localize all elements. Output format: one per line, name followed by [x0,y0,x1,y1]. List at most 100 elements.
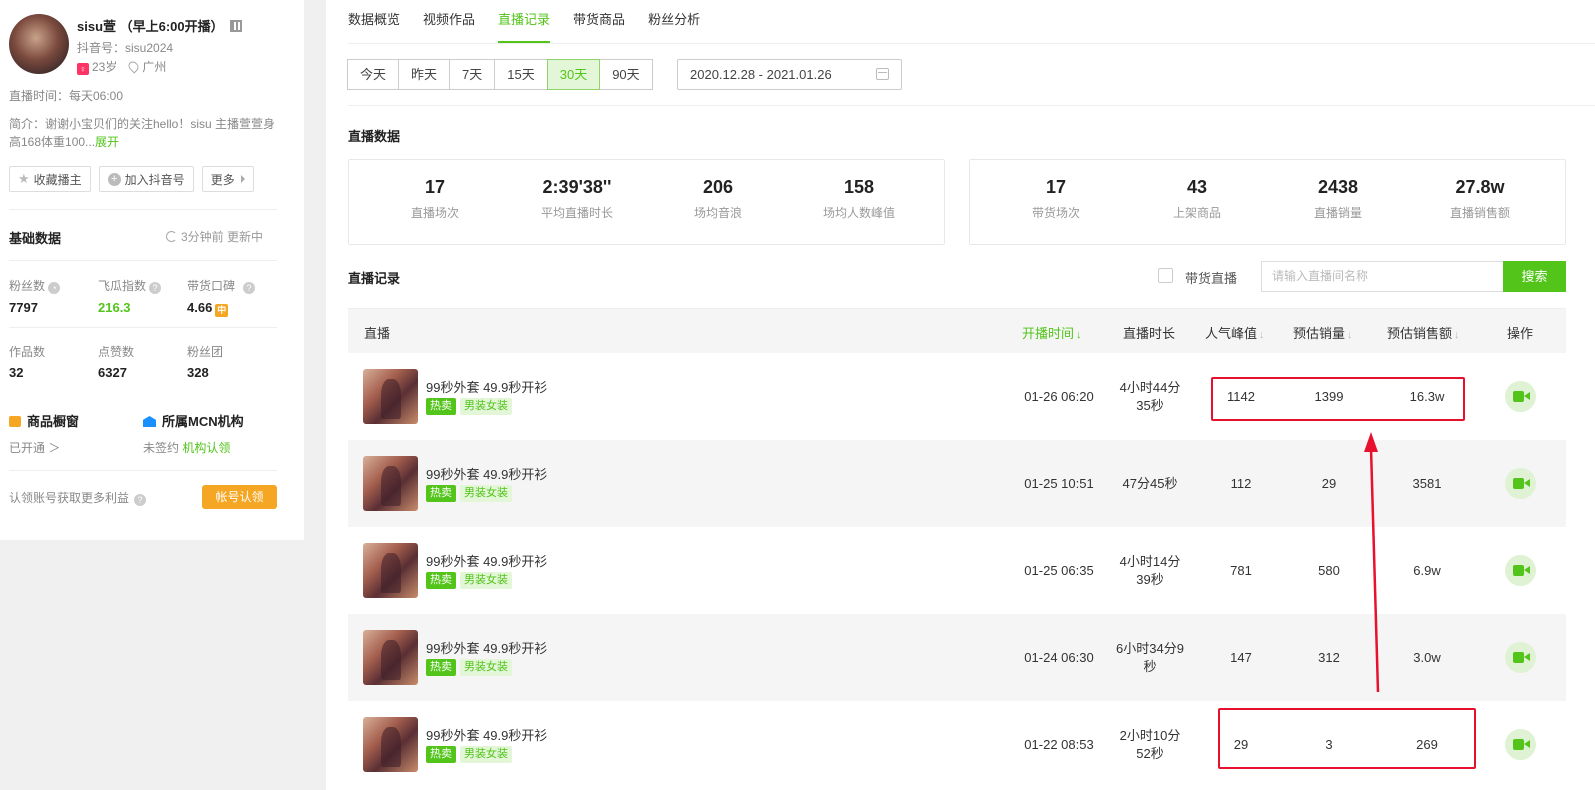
institution-icon [143,416,156,427]
kpi-avg-tips: 206 场均音浪 [648,177,788,221]
live-thumbnail[interactable] [363,630,418,685]
stat-label-index: 飞瓜指数? [98,277,162,294]
mcn-claim-link[interactable]: 机构认领 [182,441,230,455]
annotation-arrow [1364,432,1380,693]
refresh-icon [166,231,177,242]
claim-text: 认领账号获取更多利益? [9,489,147,506]
location-pin-icon [126,59,141,74]
tab-live-records[interactable]: 直播记录 [498,0,551,43]
arrow-head [1364,432,1378,452]
help-icon[interactable]: ? [149,282,162,294]
selling-live-checkbox[interactable] [1158,268,1173,283]
replay-button[interactable] [1505,468,1536,499]
live-thumbnail[interactable] [363,369,418,424]
shop-status-link[interactable]: 已开通 ＞ [9,439,60,456]
mcn-title-text: 所属MCN机构 [162,414,244,429]
range-30d[interactable]: 30天 [546,59,601,90]
live-title[interactable]: 99秒外套 49.9秒开衫 [426,638,547,657]
kpi-value: 158 [843,177,875,197]
col-sales-label: 预估销量 [1293,326,1346,341]
douyin-id: 抖音号：sisu2024 [77,41,174,55]
range-yesterday[interactable]: 昨天 [398,59,451,90]
live-title[interactable]: 99秒外套 49.9秒开衫 [426,377,547,396]
divider [9,260,277,261]
help-icon[interactable]: ? [134,494,147,506]
kpi-label: 直播销售额 [1449,206,1510,220]
hot-tag: 热卖 [426,398,456,415]
stat-value-works: 32 [9,365,24,380]
shop-window-title: 商品橱窗 [9,411,79,430]
video-camera-icon [1513,739,1524,750]
start-time: 01-25 06:35 [1024,562,1094,578]
sort-down-icon: ↓ [1259,329,1265,341]
col-peak[interactable]: 人气峰值 ↓ [1205,323,1265,342]
table-header: 直播 开播时间 ↓ 直播时长 人气峰值 ↓ 预估销量 ↓ 预估销售额 ↓ 操作 [348,308,1566,353]
live-title[interactable]: 99秒外套 49.9秒开衫 [426,725,547,744]
search-button[interactable]: 搜索 [1503,261,1566,292]
date-range-picker[interactable]: 2020.12.28 - 2021.01.26 [677,59,902,90]
female-icon: ♀ [77,63,89,75]
range-90d[interactable]: 90天 [599,59,653,90]
sales-stats-card: 17 带货场次 43 上架商品 2438 直播销量 27.8w 直播销售额 [969,159,1566,245]
help-icon[interactable]: ? [243,282,256,294]
divider [9,209,277,210]
live-thumbnail[interactable] [363,456,418,511]
replay-button[interactable] [1505,729,1536,760]
stat-label-text: 粉丝数 [9,279,46,293]
divider [9,470,277,471]
kpi-value: 17 [424,177,446,197]
hot-tag: 热卖 [426,572,456,589]
live-thumbnail[interactable] [363,543,418,598]
col-sales[interactable]: 预估销量 ↓ [1293,323,1353,342]
intro-text: 简介：谢谢小宝贝们的关注hello！sisu 主播萱萱身高168体重100... [9,117,276,149]
col-live: 直播 [364,326,391,341]
range-15d[interactable]: 15天 [494,59,548,90]
avatar[interactable] [9,14,69,74]
profile-name-text: sisu萱 （早上6:00开播） [77,19,224,34]
live-stats-card: 17 直播场次 2:39'38'' 平均直播时长 206 场均音浪 158 场均人数峰值 [348,159,945,245]
profile-meta: ♀ 23岁 广州 [77,58,166,75]
col-peak-label: 人气峰值 [1205,326,1258,341]
kpi-label: 直播场次 [410,206,459,220]
search-input[interactable]: 请输入直播间名称 [1261,261,1503,292]
caret-right-icon [240,175,245,183]
sort-down-icon: ↓ [1347,329,1353,341]
category-tag: 男装女装 [460,746,512,763]
calendar-icon [876,68,889,80]
replay-button[interactable] [1505,642,1536,673]
tab-products[interactable]: 带货商品 [573,0,625,43]
shop-icon [9,416,21,427]
tab-fans[interactable]: 粉丝分析 [648,0,700,43]
tab-videos[interactable]: 视频作品 [423,0,475,43]
profile-panel: sisu萱 （早上6:00开播） 抖音号：sisu2024 ♀ 23岁 广州 直播时… [0,0,304,540]
qr-code-icon[interactable] [229,20,242,32]
col-revenue[interactable]: 预估销售额 ↓ [1387,323,1460,342]
kpi-avg-peak: 158 场均人数峰值 [789,177,929,221]
live-thumbnail[interactable] [363,717,418,772]
live-title[interactable]: 99秒外套 49.9秒开衫 [426,464,547,483]
favorite-button[interactable]: ★ 收藏播主 [9,166,91,192]
join-button[interactable]: + 加入抖音号 [98,166,194,192]
range-7d[interactable]: 7天 [449,59,496,90]
range-today[interactable]: 今天 [347,59,400,90]
stat-value-likes: 6327 [98,365,127,380]
tab-overview[interactable]: 数据概览 [348,0,400,43]
peak-viewers: 112 [1230,475,1252,491]
pie-icon[interactable]: ◔ [48,282,61,294]
replay-button[interactable] [1505,381,1536,412]
kpi-label: 平均直播时长 [540,206,613,220]
refresh-status[interactable]: 3分钟前 更新中 [166,228,263,245]
kpi-value: 206 [702,177,734,197]
stat-value-text: 4.66 [187,300,213,315]
mcn-status-text: 未签约 [143,441,180,455]
live-title[interactable]: 99秒外套 49.9秒开衫 [426,551,547,570]
col-start-time[interactable]: 开播时间 ↓ [1022,323,1082,342]
replay-button[interactable] [1505,555,1536,586]
video-camera-icon [1513,565,1524,576]
expand-link[interactable]: 展开 [95,135,119,149]
claim-account-button[interactable]: 帐号认领 [202,485,277,509]
more-button[interactable]: 更多 [201,166,254,192]
col-operation: 操作 [1507,326,1534,341]
sort-down-icon: ↓ [1076,329,1082,341]
kpi-value: 2:39'38'' [542,177,612,197]
